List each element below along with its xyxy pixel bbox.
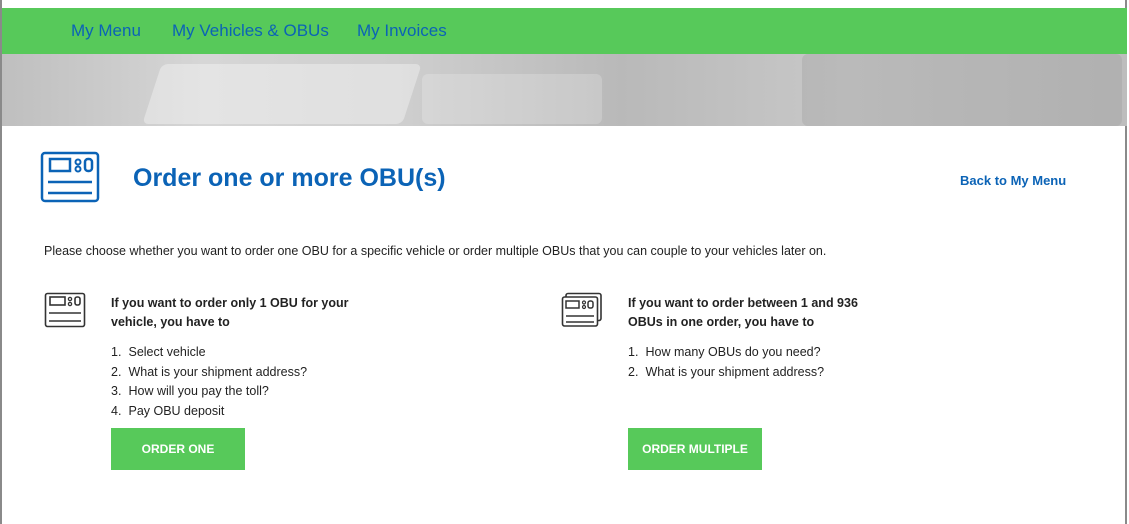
nav-item-my-menu[interactable]: My Menu <box>71 21 141 41</box>
order-multiple-button[interactable]: ORDER MULTIPLE <box>628 428 762 470</box>
top-navigation: My Menu My Vehicles & OBUs My Invoices <box>2 8 1127 54</box>
option-one-heading: If you want to order only 1 OBU for your… <box>111 296 349 329</box>
list-item: 1. How many OBUs do you need? <box>628 345 821 359</box>
option-multiple-steps: 1. How many OBUs do you need? 2. What is… <box>628 343 824 382</box>
obu-stack-icon <box>561 292 602 327</box>
intro-text: Please choose whether you want to order … <box>44 244 827 258</box>
list-item: 1. Select vehicle <box>111 345 206 359</box>
order-one-button[interactable]: ORDER ONE <box>111 428 245 470</box>
option-multiple-heading: If you want to order between 1 and 936 O… <box>628 296 858 329</box>
obu-device-icon <box>40 151 100 203</box>
obu-device-icon <box>44 292 86 328</box>
list-item: 2. What is your shipment address? <box>111 364 308 379</box>
page-title: Order one or more OBU(s) <box>133 164 446 192</box>
nav-item-my-invoices[interactable]: My Invoices <box>357 21 447 41</box>
header-banner-image <box>2 54 1127 126</box>
nav-item-my-vehicles-obus[interactable]: My Vehicles & OBUs <box>172 21 329 41</box>
back-to-menu-link[interactable]: Back to My Menu <box>960 173 1066 188</box>
option-one-steps: 1. Select vehicle 2. What is your shipme… <box>111 343 307 421</box>
list-item: 2. What is your shipment address? <box>628 364 825 379</box>
list-item: 3. How will you pay the toll? <box>111 384 269 398</box>
list-item: 4. Pay OBU deposit <box>111 403 225 418</box>
